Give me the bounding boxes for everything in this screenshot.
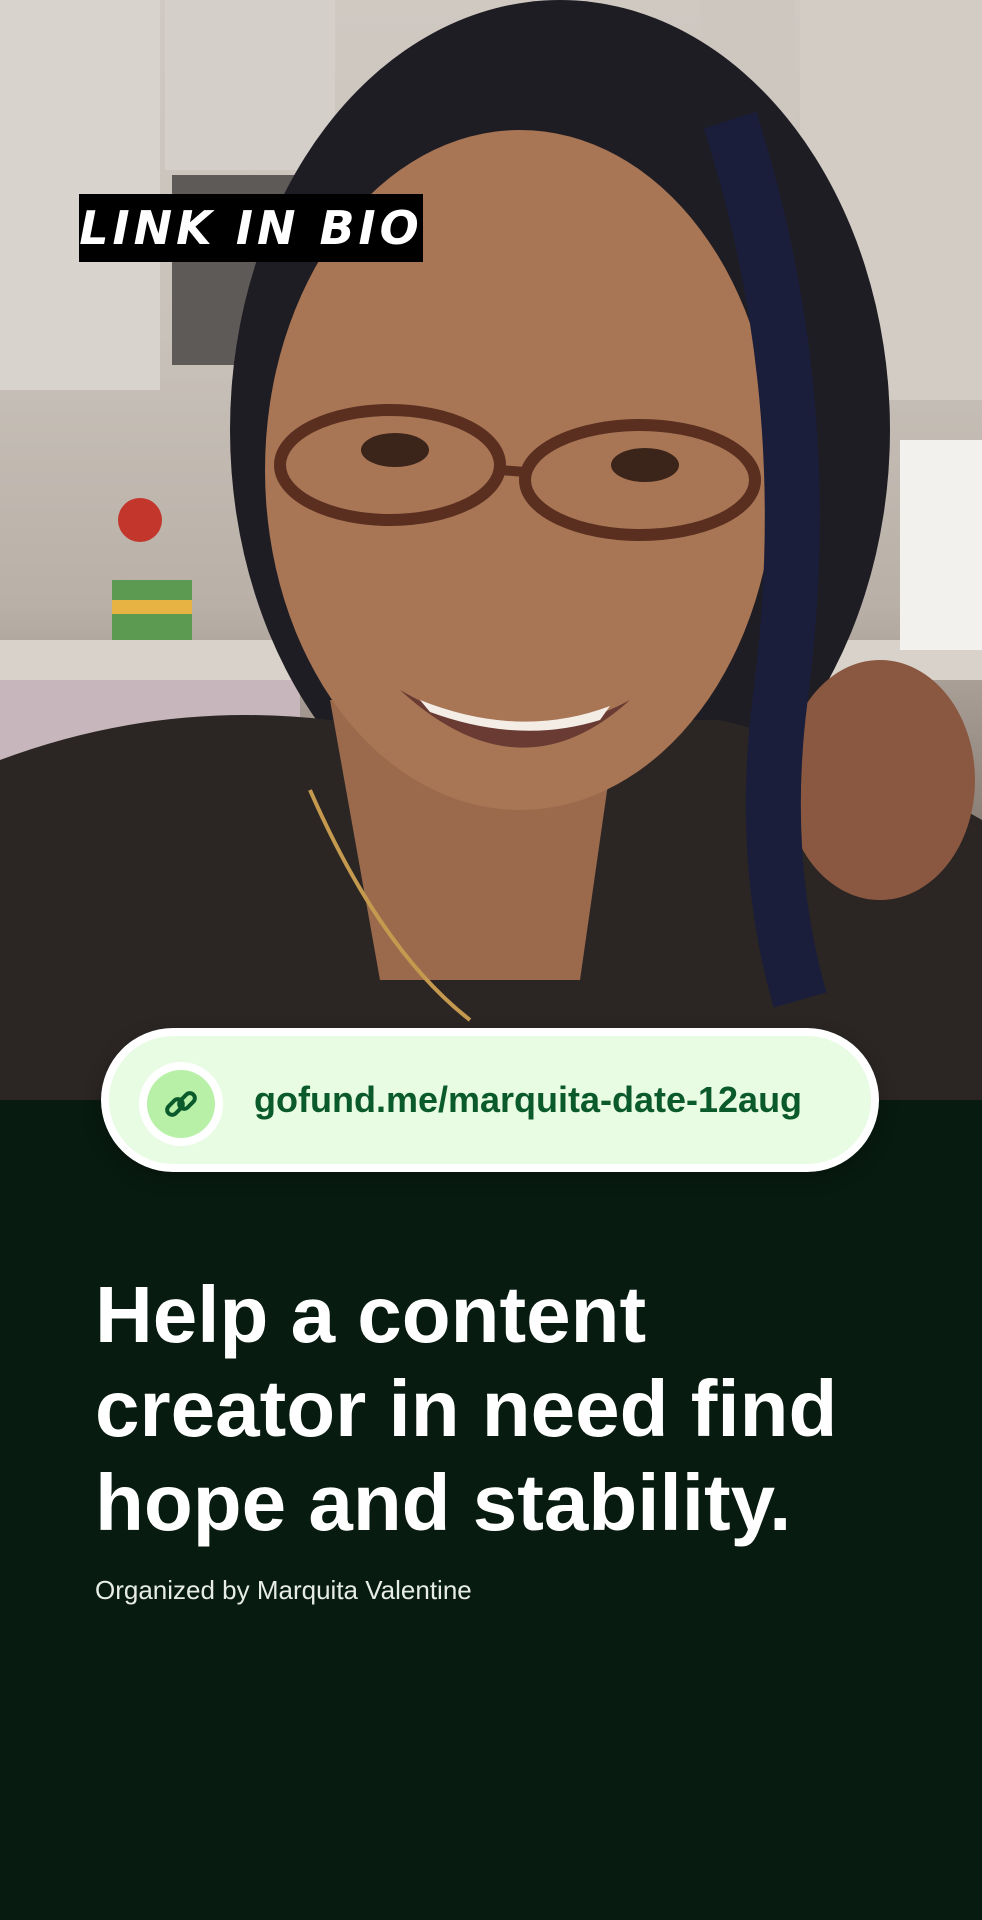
fundraiser-url[interactable]: gofund.me/marquita-date-12aug (254, 1036, 802, 1164)
photo-illustration (0, 0, 982, 1100)
campaign-headline: Help a content creator in need find hope… (95, 1270, 838, 1547)
organizer-credit: Organized by Marquita Valentine (95, 1575, 472, 1605)
fundraiser-link-inner: gofund.me/marquita-date-12aug (109, 1036, 871, 1164)
link-in-bio-tag: LINK IN BIO (79, 194, 423, 262)
link-icon-badge (139, 1062, 223, 1146)
organizer-photo (0, 0, 982, 1100)
link-icon-disc (147, 1070, 215, 1138)
story-page: LINK IN BIO gofund.me/marquita-date-12au… (0, 0, 982, 1920)
fundraiser-link[interactable]: gofund.me/marquita-date-12aug (101, 1028, 879, 1172)
link-icon (165, 1091, 197, 1117)
